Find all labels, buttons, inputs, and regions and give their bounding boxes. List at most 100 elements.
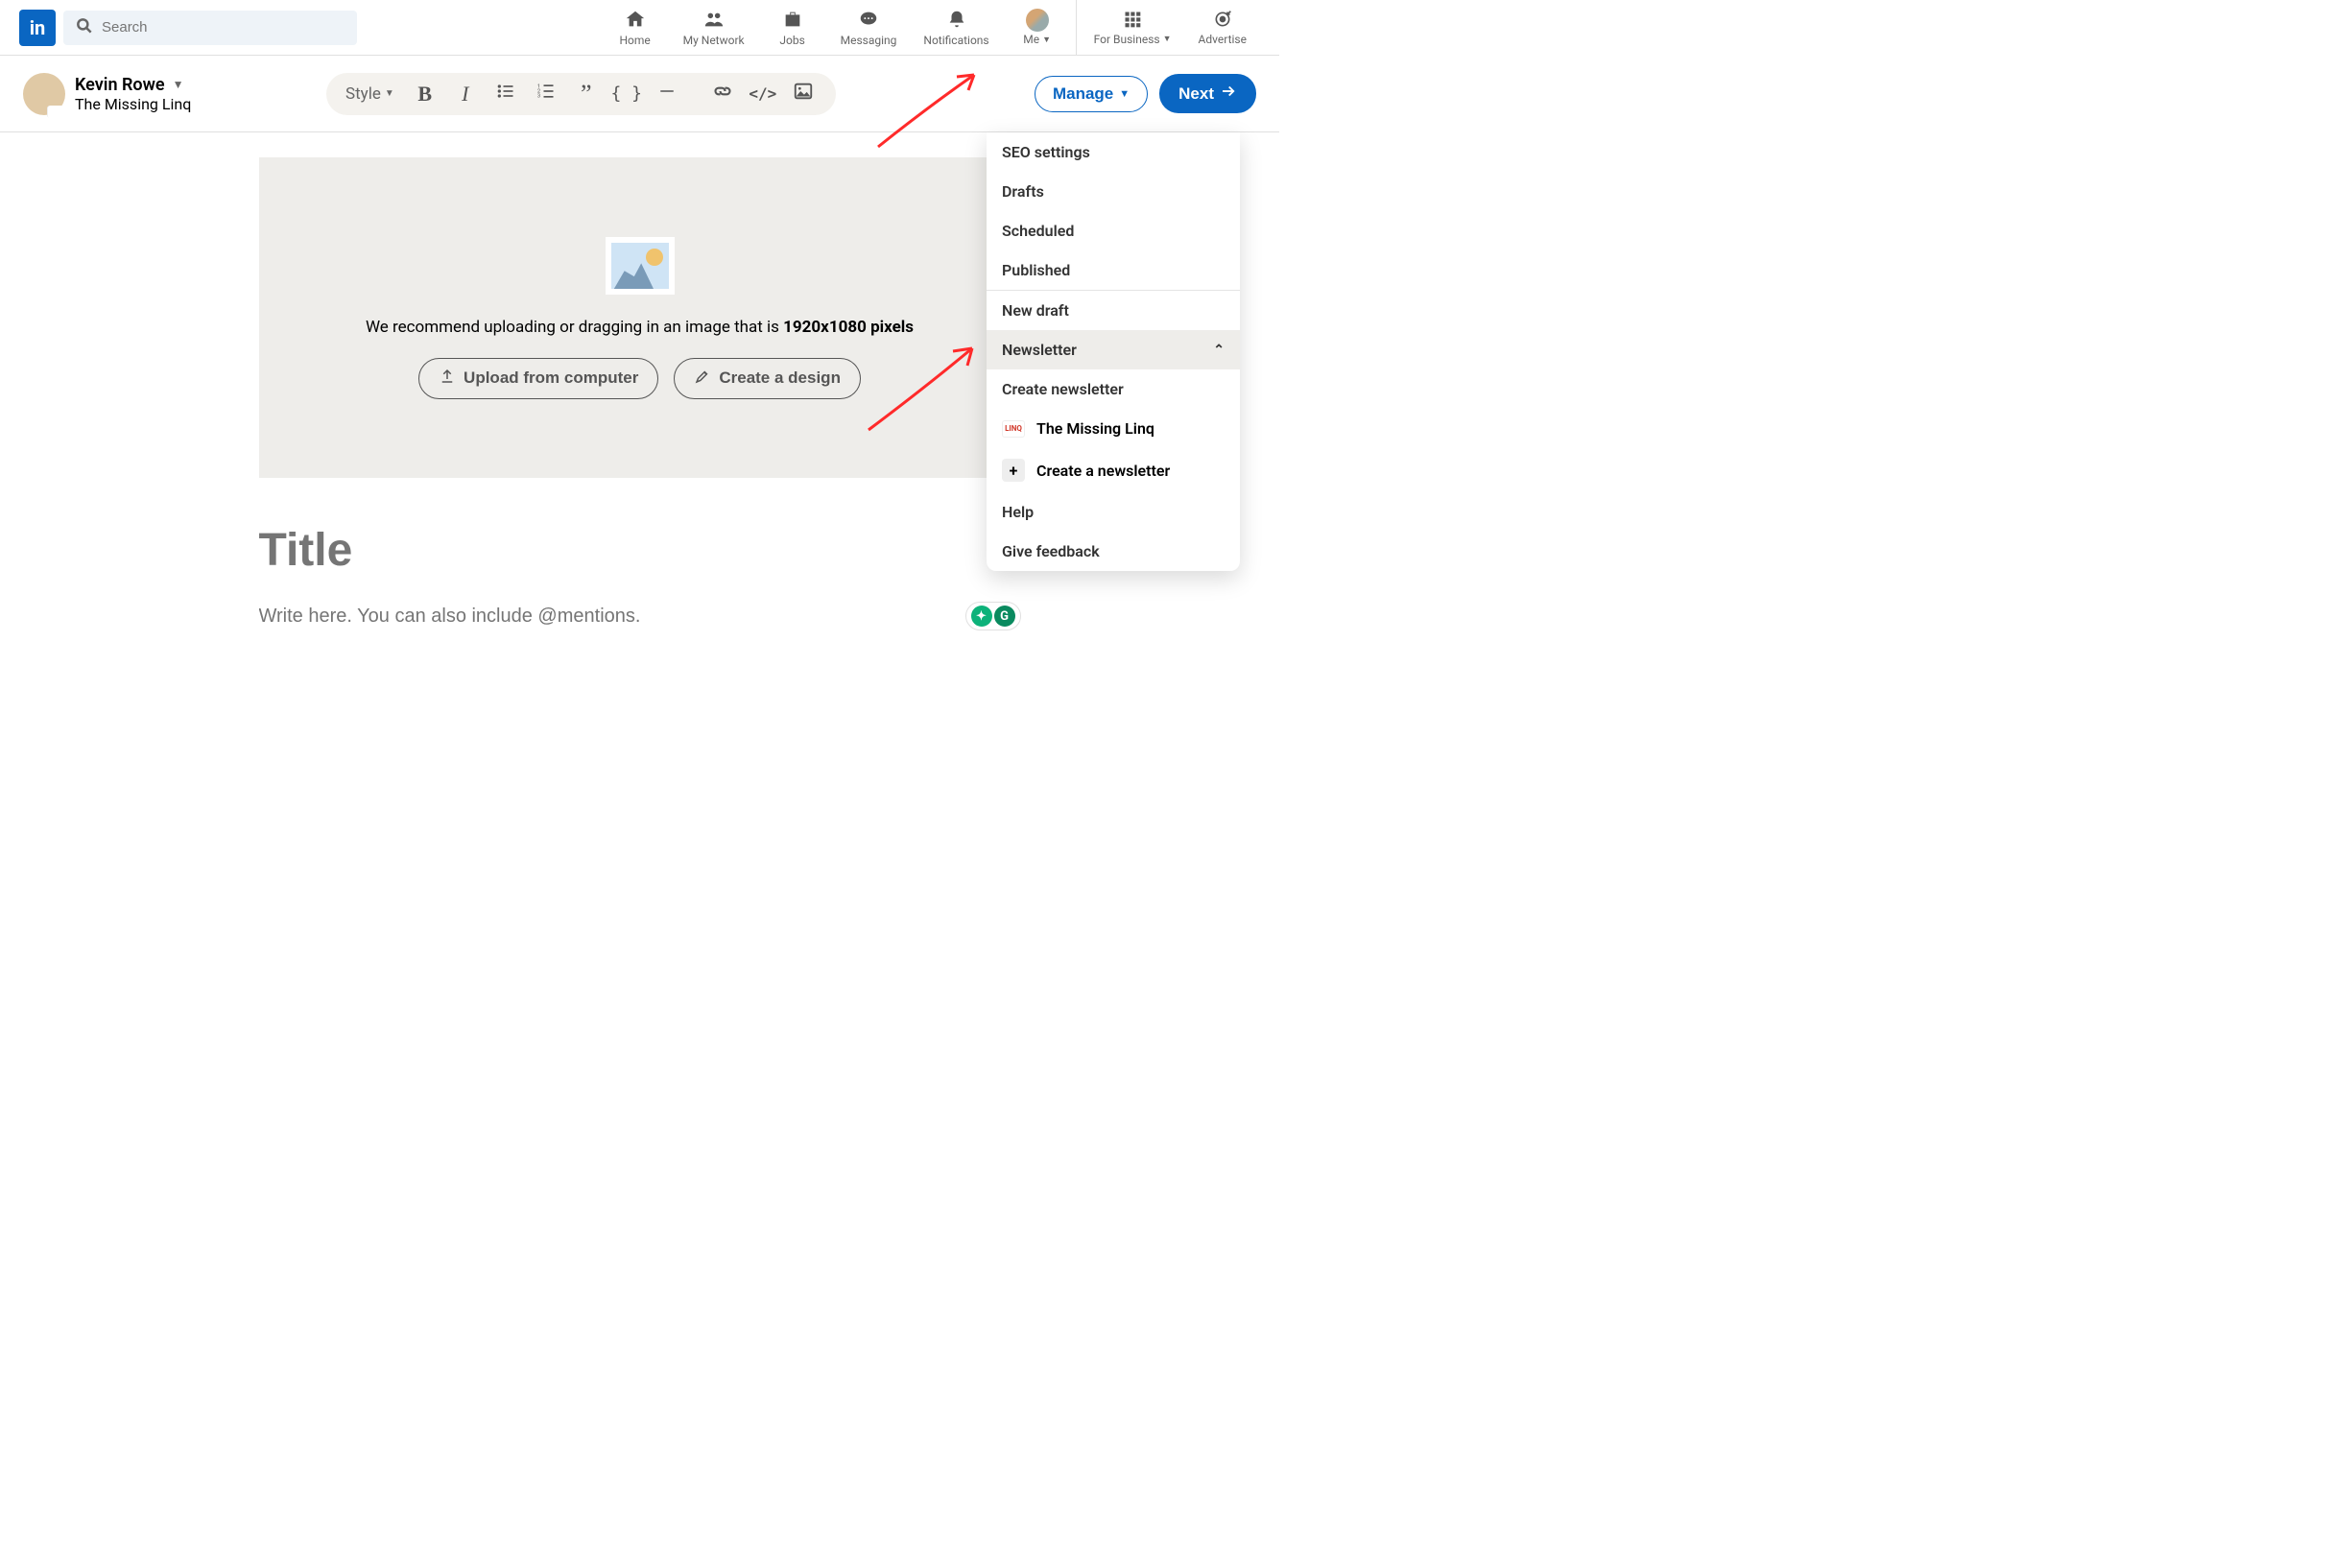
list-icon [496, 82, 515, 106]
nav-label: Advertise [1199, 33, 1247, 46]
nav-label: For Business [1094, 33, 1160, 46]
bell-icon [946, 9, 967, 33]
chevron-down-icon: ▼ [1119, 88, 1130, 100]
chevron-down-icon: ▼ [1163, 34, 1172, 44]
linq-logo-icon: LINQ [1002, 420, 1025, 438]
author-avatar: LINQ [23, 73, 65, 115]
top-nav: in Home My Network Jobs [0, 0, 1279, 56]
italic-icon: I [462, 82, 468, 107]
target-icon [1213, 10, 1232, 32]
embed-button[interactable]: </> [744, 75, 782, 113]
nav-label: Notifications [923, 34, 988, 47]
dropdown-new-draft[interactable]: New draft [987, 291, 1240, 330]
title-input[interactable] [259, 524, 1021, 577]
nav-messaging[interactable]: Messaging [827, 0, 911, 56]
dropdown-create-a-newsletter[interactable]: + Create a newsletter [987, 448, 1240, 492]
author-name: Kevin Rowe [75, 75, 165, 95]
search-box[interactable] [63, 11, 357, 45]
code-block-button[interactable]: { } [607, 75, 646, 113]
message-icon [858, 9, 879, 33]
format-toolbar: Style ▼ B I 123 ” { } </> [326, 73, 836, 115]
search-input[interactable] [102, 19, 345, 36]
plus-icon: + [1002, 459, 1025, 482]
code-icon: </> [749, 84, 776, 103]
manage-button[interactable]: Manage ▼ [1035, 76, 1148, 112]
nav-home[interactable]: Home [601, 0, 670, 56]
italic-button[interactable]: I [446, 75, 485, 113]
bold-icon: B [417, 82, 432, 107]
dropdown-feedback[interactable]: Give feedback [987, 532, 1240, 571]
dropdown-newsletter-linq[interactable]: LINQ The Missing Linq [987, 409, 1240, 448]
nav-divider [1076, 0, 1077, 56]
linkedin-logo[interactable]: in [19, 10, 56, 46]
create-design-button[interactable]: Create a design [674, 358, 861, 399]
briefcase-icon [782, 9, 803, 33]
quote-icon: ” [581, 80, 592, 108]
author-subtitle: The Missing Linq [75, 95, 191, 113]
style-dropdown[interactable]: Style ▼ [340, 84, 404, 104]
dropdown-create-newsletter[interactable]: Create newsletter [987, 369, 1240, 409]
assistant-icon: ✦ [971, 606, 992, 627]
dropdown-seo-settings[interactable]: SEO settings [987, 132, 1240, 172]
people-icon [703, 9, 725, 33]
dropdown-help[interactable]: Help [987, 492, 1240, 532]
home-icon [625, 9, 646, 33]
editor-header: LINQ Kevin Rowe ▼ The Missing Linq Style… [0, 56, 1279, 132]
body-input[interactable] [259, 606, 965, 628]
design-btn-label: Create a design [719, 368, 841, 388]
nav-jobs[interactable]: Jobs [758, 0, 827, 56]
numbered-list-icon: 123 [536, 82, 556, 106]
image-icon [793, 81, 814, 107]
dropdown-scheduled[interactable]: Scheduled [987, 211, 1240, 250]
divider-button[interactable] [648, 75, 686, 113]
dropdown-newsletter[interactable]: Newsletter ⌃ [987, 330, 1240, 369]
nav-business[interactable]: For Business▼ [1081, 0, 1185, 56]
image-placeholder-icon [606, 237, 675, 295]
grammarly-icon: G [994, 606, 1015, 627]
design-icon [694, 368, 711, 390]
nav-network[interactable]: My Network [670, 0, 758, 56]
upload-hint: We recommend uploading or dragging in an… [366, 318, 914, 337]
nav-items: Home My Network Jobs Messaging Notificat… [601, 0, 1260, 56]
upload-icon [439, 368, 456, 390]
svg-text:3: 3 [537, 94, 540, 100]
nav-me[interactable]: Me▼ [1003, 0, 1072, 56]
manage-dropdown: SEO settings Drafts Scheduled Published … [987, 132, 1240, 571]
link-icon [713, 82, 732, 106]
image-button[interactable] [784, 75, 822, 113]
chevron-down-icon: ▼ [385, 88, 394, 99]
linq-badge-icon: LINQ [47, 106, 68, 118]
author-block[interactable]: LINQ Kevin Rowe ▼ The Missing Linq [23, 73, 273, 115]
next-label: Next [1178, 84, 1214, 104]
nav-label: Jobs [779, 34, 804, 47]
braces-icon: { } [611, 83, 643, 104]
nav-notifications[interactable]: Notifications [910, 0, 1002, 56]
grammarly-widget[interactable]: ✦ G [965, 602, 1021, 630]
nav-label: Messaging [841, 34, 897, 47]
nav-advertise[interactable]: Advertise [1185, 0, 1260, 56]
manage-label: Manage [1053, 84, 1113, 104]
dropdown-drafts[interactable]: Drafts [987, 172, 1240, 211]
bold-button[interactable]: B [406, 75, 444, 113]
chevron-down-icon: ▼ [1042, 35, 1051, 45]
upload-btn-label: Upload from computer [464, 368, 638, 388]
bullet-list-button[interactable] [487, 75, 525, 113]
dropdown-published[interactable]: Published [987, 250, 1240, 290]
cover-uploader[interactable]: We recommend uploading or dragging in an… [259, 157, 1021, 478]
dropdown-label: Create a newsletter [1036, 462, 1170, 480]
upload-from-computer-button[interactable]: Upload from computer [418, 358, 658, 399]
nav-label: My Network [683, 34, 745, 47]
numbered-list-button[interactable]: 123 [527, 75, 565, 113]
next-button[interactable]: Next [1159, 74, 1256, 113]
quote-button[interactable]: ” [567, 75, 606, 113]
link-button[interactable] [703, 75, 742, 113]
chevron-up-icon: ⌃ [1213, 343, 1225, 358]
editor-fields: ✦ G [259, 478, 1021, 630]
arrow-right-icon [1220, 83, 1237, 105]
minus-icon [658, 83, 676, 105]
nav-label: Home [619, 34, 650, 47]
avatar-icon [1026, 9, 1049, 32]
search-icon [75, 16, 94, 39]
style-label: Style [345, 84, 381, 104]
dropdown-label: The Missing Linq [1036, 419, 1154, 438]
